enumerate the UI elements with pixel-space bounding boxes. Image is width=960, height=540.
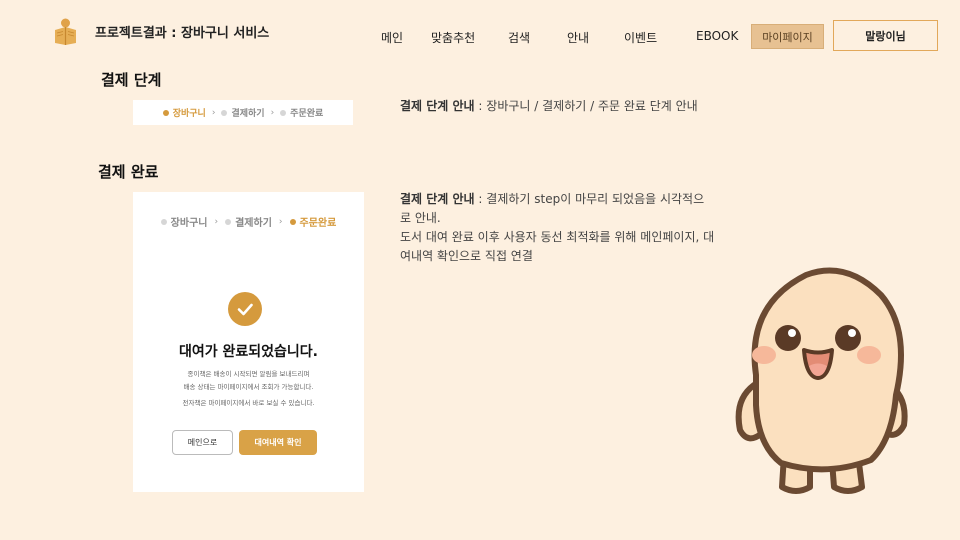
step-complete: 주문완료 [280, 106, 323, 119]
step-indicator: 장바구니 › 결제하기 › 주문완료 [133, 214, 364, 229]
dot-icon [280, 109, 287, 116]
completion-title: 대여가 완료되었습니다. [179, 344, 318, 360]
chevron-right-icon: › [214, 216, 219, 227]
nav-ebook[interactable]: EBOOK [696, 29, 738, 43]
section1-description: 결제 단계 안내 : 장바구니 / 결제하기 / 주문 완료 단계 안내 [400, 97, 698, 116]
nav-guide[interactable]: 안내 [567, 29, 589, 46]
description-label: 결제 단계 안내 [400, 99, 475, 113]
nav-search[interactable]: 검색 [508, 29, 530, 46]
step-indicator-small: 장바구니 › 결제하기 › 주문완료 [133, 100, 353, 125]
brand-title: 프로젝트결과 : 장바구니 서비스 [95, 26, 270, 41]
step-checkout: 결제하기 [225, 214, 272, 229]
step-label: 결제하기 [235, 218, 272, 229]
step-checkout: 결제하기 [221, 106, 265, 119]
step-label: 장바구니 [172, 109, 206, 119]
step-complete: 주문완료 [289, 214, 337, 229]
description-text: 도서 대여 완료 이후 사용자 동선 최적화를 위해 메인페이지, 대 [400, 230, 715, 244]
book-reader-logo-icon[interactable] [54, 18, 77, 45]
dot-icon [162, 109, 169, 116]
nav-event[interactable]: 이벤트 [624, 29, 657, 46]
step-cart: 장바구니 [160, 214, 208, 229]
nav-mypage-button[interactable]: 마이페이지 [751, 24, 824, 49]
go-main-button[interactable]: 메인으로 [172, 430, 233, 455]
section2-description: 결제 단계 안내 : 결제하기 step이 마무리 되었음을 시각적으 로 안내… [400, 190, 760, 266]
chevron-right-icon: › [270, 107, 275, 118]
step-cart: 장바구니 [162, 106, 206, 119]
completion-note: 종이책은 배송이 시작되면 알림을 보내드리며 [187, 370, 310, 378]
description-text: 여내역 확인으로 직접 연결 [400, 249, 533, 263]
description-label: 결제 단계 안내 [400, 192, 475, 206]
check-circle [228, 292, 262, 326]
check-icon [237, 303, 253, 316]
dot-icon [160, 218, 167, 225]
nav-main[interactable]: 메인 [381, 29, 403, 46]
step-label: 결제하기 [231, 109, 265, 119]
description-text: : 결제하기 step이 마무리 되었음을 시각적으 [474, 192, 705, 206]
description-text: 로 안내. [400, 211, 441, 225]
payment-complete-card: 장바구니 › 결제하기 › 주문완료 대여가 완료되었습니다. 종이책은 배송이… [133, 192, 364, 492]
step-label: 장바구니 [170, 218, 208, 229]
dot-icon [225, 218, 232, 225]
dot-icon [221, 109, 228, 116]
user-button[interactable]: 말랑이님 [833, 20, 938, 51]
step-label: 주문완료 [299, 218, 337, 229]
section-title-payment-steps: 결제 단계 [101, 71, 162, 89]
completion-note: 배송 상태는 마이페이지에서 조회가 가능합니다. [183, 383, 314, 391]
chevron-right-icon: › [211, 107, 216, 118]
rental-history-button[interactable]: 대여내역 확인 [239, 430, 317, 455]
step-label: 주문완료 [290, 109, 324, 119]
section-title-payment-complete: 결제 완료 [98, 163, 159, 181]
description-text: : 장바구니 / 결제하기 / 주문 완료 단계 안내 [474, 99, 698, 113]
chevron-right-icon: › [278, 216, 283, 227]
mascot-character-image [735, 267, 908, 494]
nav-recommend[interactable]: 맞춤추천 [431, 29, 475, 46]
completion-note: 전자책은 마이페이지에서 바로 보실 수 있습니다. [182, 399, 315, 407]
dot-icon [289, 218, 296, 225]
